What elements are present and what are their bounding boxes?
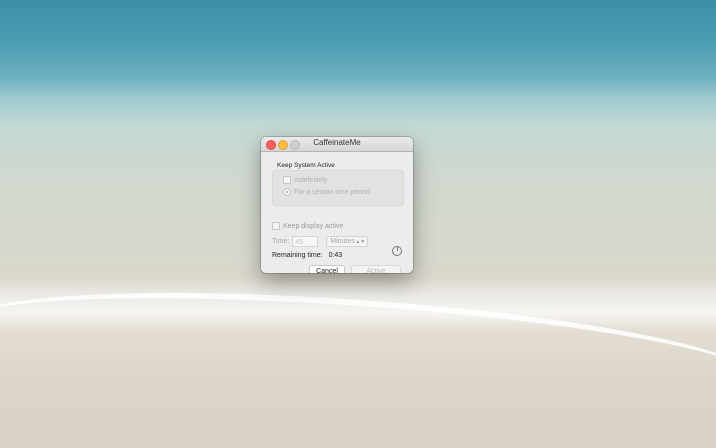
keep-system-group: Indefinitely For a certain time period: [272, 170, 404, 206]
time-label: Time:: [272, 238, 290, 245]
time-input[interactable]: 45: [292, 236, 319, 247]
caffeinateme-window: CaffeinateMe Keep System Active Indefini…: [261, 137, 413, 273]
indefinitely-label: Indefinitely: [294, 176, 328, 184]
keep-display-checkbox[interactable]: [272, 222, 280, 230]
time-unit-value: Minutes: [330, 237, 355, 245]
keep-display-label: Keep display active: [283, 222, 344, 230]
time-period-option[interactable]: For a certain time period: [283, 188, 370, 196]
keep-system-title: Keep System Active: [277, 162, 335, 169]
indefinitely-checkbox[interactable]: [283, 176, 291, 184]
remaining-label: Remaining time:: [272, 252, 323, 259]
time-unit-select[interactable]: Minutes ▲▼: [326, 236, 369, 247]
remaining-value: 0:43: [328, 252, 343, 259]
active-button[interactable]: Active: [351, 265, 401, 273]
chevron-updown-icon: ▲▼: [355, 238, 366, 245]
indefinitely-option[interactable]: Indefinitely: [283, 176, 327, 184]
wave-foam: [0, 272, 716, 414]
window-title: CaffeinateMe: [313, 138, 361, 147]
title-bar[interactable]: CaffeinateMe: [261, 137, 413, 152]
time-period-label: For a certain time period: [294, 188, 370, 196]
time-period-radio[interactable]: [283, 188, 291, 196]
time-row: Time: 45 Minutes ▲▼: [272, 236, 369, 247]
remaining-time: Remaining time: 0:43: [272, 252, 342, 259]
keep-display-option[interactable]: Keep display active: [272, 222, 343, 230]
progress-timer-icon: [392, 246, 402, 256]
cancel-button[interactable]: Cancel: [309, 265, 345, 273]
